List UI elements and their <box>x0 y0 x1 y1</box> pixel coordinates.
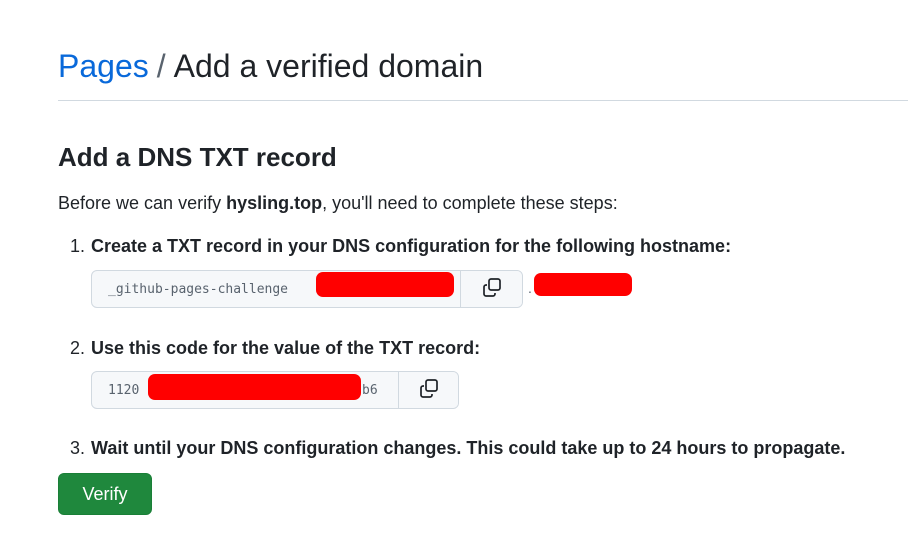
hostname-field[interactable]: _github-pages-challenge <box>91 270 523 308</box>
step-number: 3. <box>70 438 86 458</box>
step-number: 2. <box>70 338 86 358</box>
txt-value-suffix: b6 <box>362 382 378 398</box>
intro-text: Before we can verify hysling.top, you'll… <box>58 191 618 215</box>
redaction-box <box>534 273 632 296</box>
breadcrumb-pages-link[interactable]: Pages <box>58 48 149 84</box>
copy-icon <box>481 276 503 303</box>
domain-name: hysling.top <box>226 193 323 213</box>
intro-prefix: Before we can verify <box>58 193 227 213</box>
copy-value-button[interactable] <box>398 372 458 408</box>
copy-hostname-button[interactable] <box>460 271 522 307</box>
step-text: Wait until your DNS configuration change… <box>91 438 846 458</box>
verify-button[interactable]: Verify <box>58 473 152 515</box>
step-1: 1. Create a TXT record in your DNS config… <box>70 234 731 258</box>
page-heading: Pages / Add a verified domain <box>58 44 483 88</box>
step-2: 2. Use this code for the value of the TXT… <box>70 336 480 360</box>
page-title: Add a verified domain <box>173 48 484 84</box>
intro-suffix: , you'll need to complete these steps: <box>322 193 618 213</box>
breadcrumb-separator: / <box>156 48 166 84</box>
header-divider <box>58 100 908 101</box>
step-3: 3. Wait until your DNS configuration chan… <box>70 436 845 460</box>
step-text: Use this code for the value of the TXT r… <box>91 338 481 358</box>
copy-icon <box>418 377 440 404</box>
redaction-box <box>316 272 454 297</box>
step-text: Create a TXT record in your DNS configur… <box>91 236 732 256</box>
hostname-separator: . <box>528 280 532 296</box>
step-number: 1. <box>70 236 86 256</box>
txt-value-prefix: 1120 <box>108 382 140 398</box>
redaction-box <box>148 374 361 400</box>
section-title: Add a DNS TXT record <box>58 142 337 172</box>
